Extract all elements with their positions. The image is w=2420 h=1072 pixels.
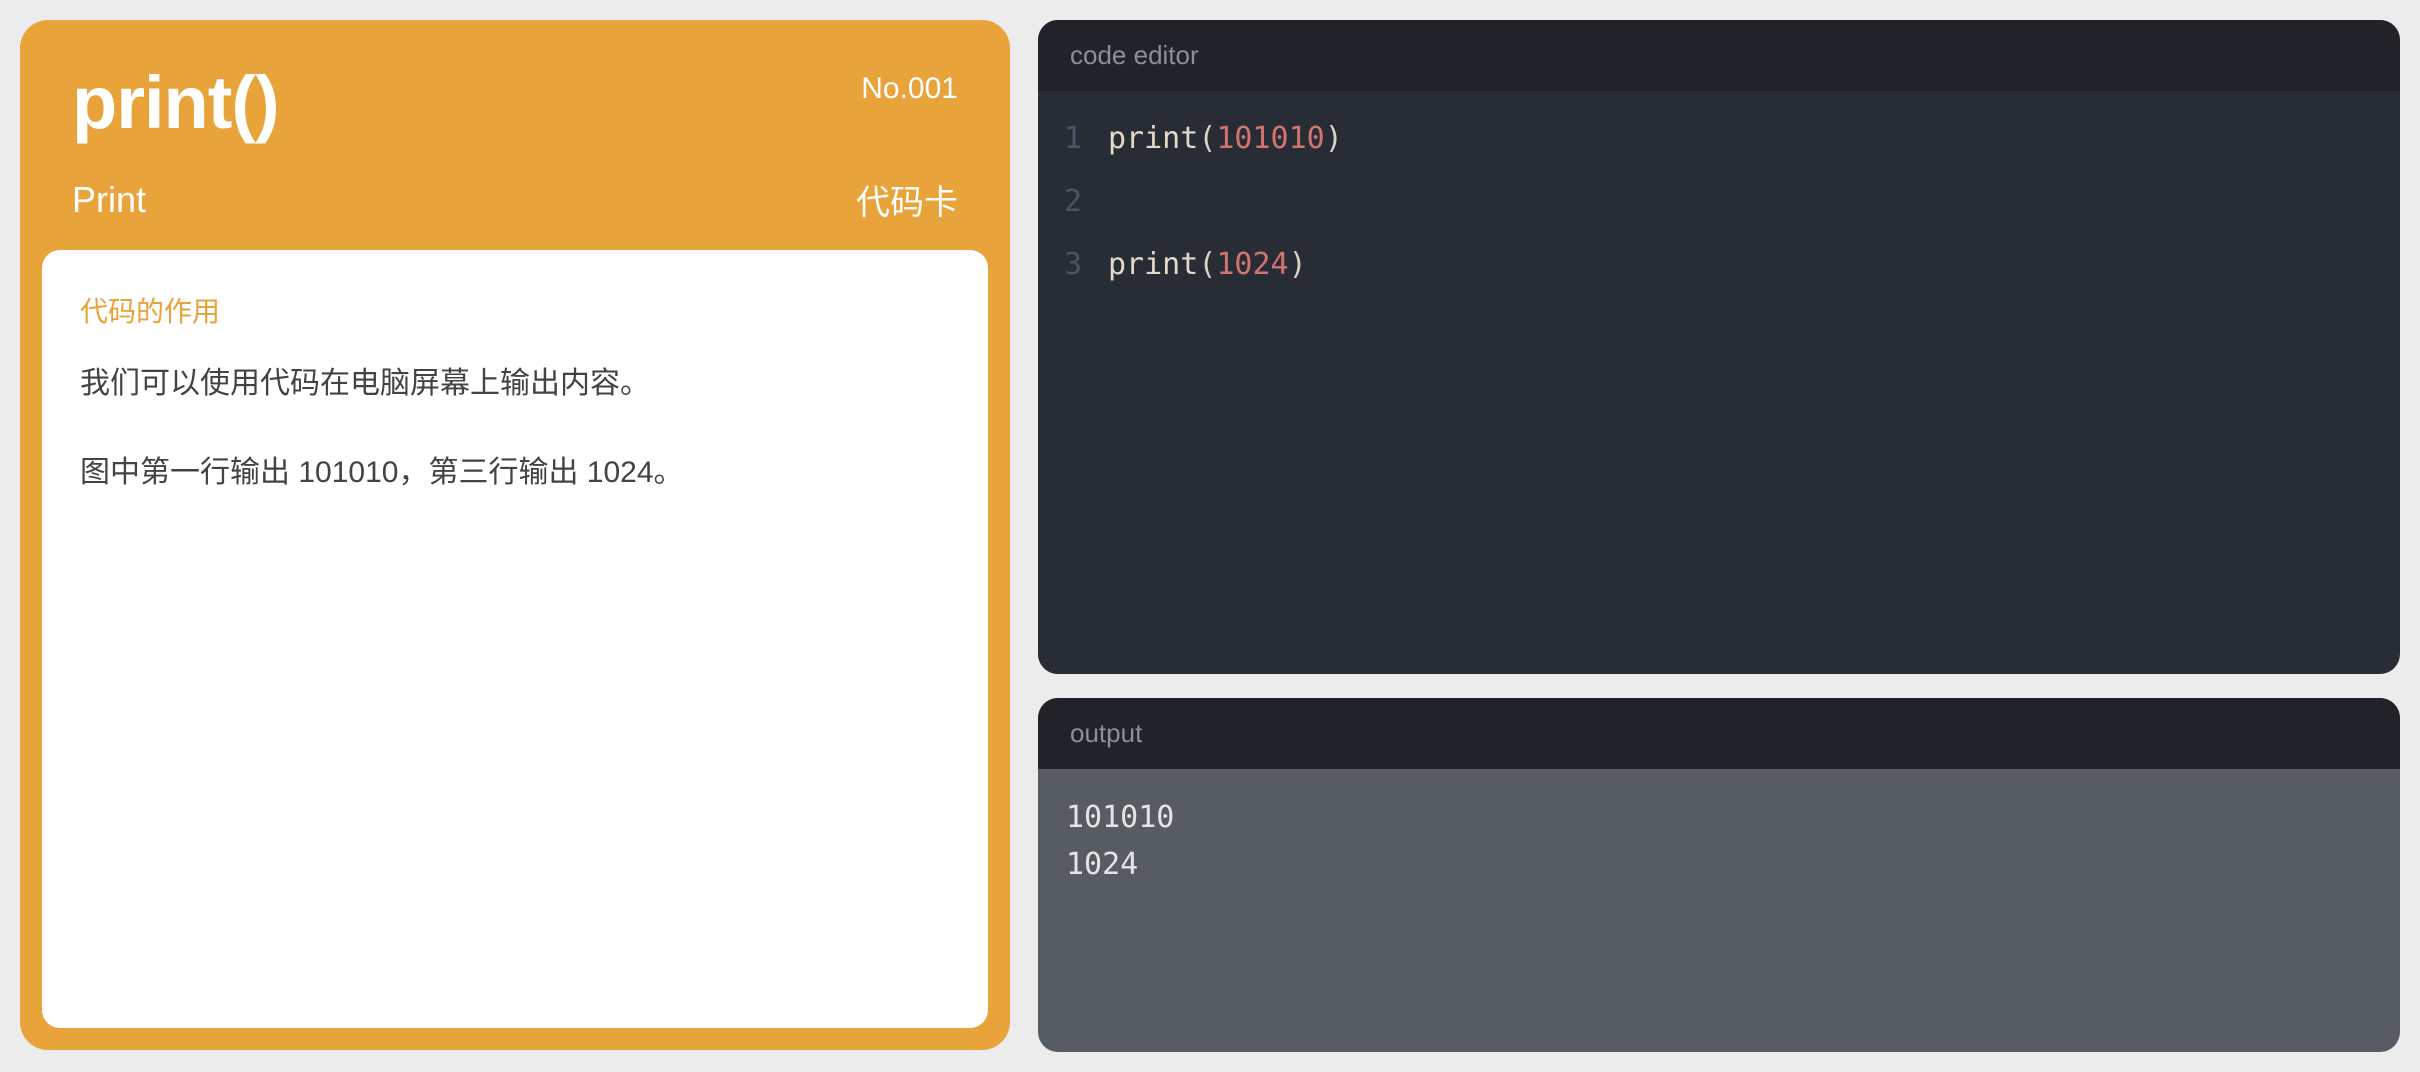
line-number: 3 bbox=[1038, 233, 1082, 296]
code-line[interactable]: print(101010) bbox=[1108, 107, 2400, 170]
code-card: print() No.001 Print 代码卡 代码的作用 我们可以使用代码在… bbox=[20, 20, 1010, 1050]
token-num: 1024 bbox=[1216, 247, 1288, 282]
line-number: 2 bbox=[1038, 170, 1082, 233]
token-fn: print bbox=[1108, 121, 1198, 156]
line-number: 1 bbox=[1038, 107, 1082, 170]
card-type: 代码卡 bbox=[856, 175, 958, 224]
card-header: print() No.001 bbox=[42, 42, 988, 145]
token-num: 101010 bbox=[1216, 121, 1324, 156]
code-line[interactable] bbox=[1108, 170, 2400, 233]
token-paren: ( bbox=[1198, 121, 1216, 156]
card-number: No.001 bbox=[861, 72, 958, 106]
code-line[interactable]: print(1024) bbox=[1108, 233, 2400, 296]
card-paragraph: 图中第一行输出 101010，第三行输出 1024。 bbox=[80, 447, 950, 498]
token-paren: ( bbox=[1198, 247, 1216, 282]
card-body: 代码的作用 我们可以使用代码在电脑屏幕上输出内容。图中第一行输出 101010，… bbox=[42, 250, 988, 1028]
card-subtitle: Print bbox=[72, 179, 146, 221]
card-title: print() bbox=[72, 60, 279, 145]
code-editor-body[interactable]: 123 print(101010) print(1024) bbox=[1038, 91, 2400, 674]
code-lines[interactable]: print(101010) print(1024) bbox=[1094, 107, 2400, 674]
token-paren: ) bbox=[1289, 247, 1307, 282]
token-paren: ) bbox=[1325, 121, 1343, 156]
card-paragraph: 我们可以使用代码在电脑屏幕上输出内容。 bbox=[80, 358, 950, 409]
output-body: 101010 1024 bbox=[1038, 769, 2400, 914]
token-fn: print bbox=[1108, 247, 1198, 282]
card-section-title: 代码的作用 bbox=[80, 290, 950, 330]
card-paragraphs: 我们可以使用代码在电脑屏幕上输出内容。图中第一行输出 101010，第三行输出 … bbox=[80, 358, 950, 498]
line-number-gutter: 123 bbox=[1038, 107, 1094, 674]
right-panel: code editor 123 print(101010) print(1024… bbox=[1038, 20, 2400, 1052]
card-subheader: Print 代码卡 bbox=[42, 145, 988, 250]
output-header: output bbox=[1038, 698, 2400, 769]
code-editor-header: code editor bbox=[1038, 20, 2400, 91]
code-editor-panel: code editor 123 print(101010) print(1024… bbox=[1038, 20, 2400, 674]
output-panel: output 101010 1024 bbox=[1038, 698, 2400, 1052]
